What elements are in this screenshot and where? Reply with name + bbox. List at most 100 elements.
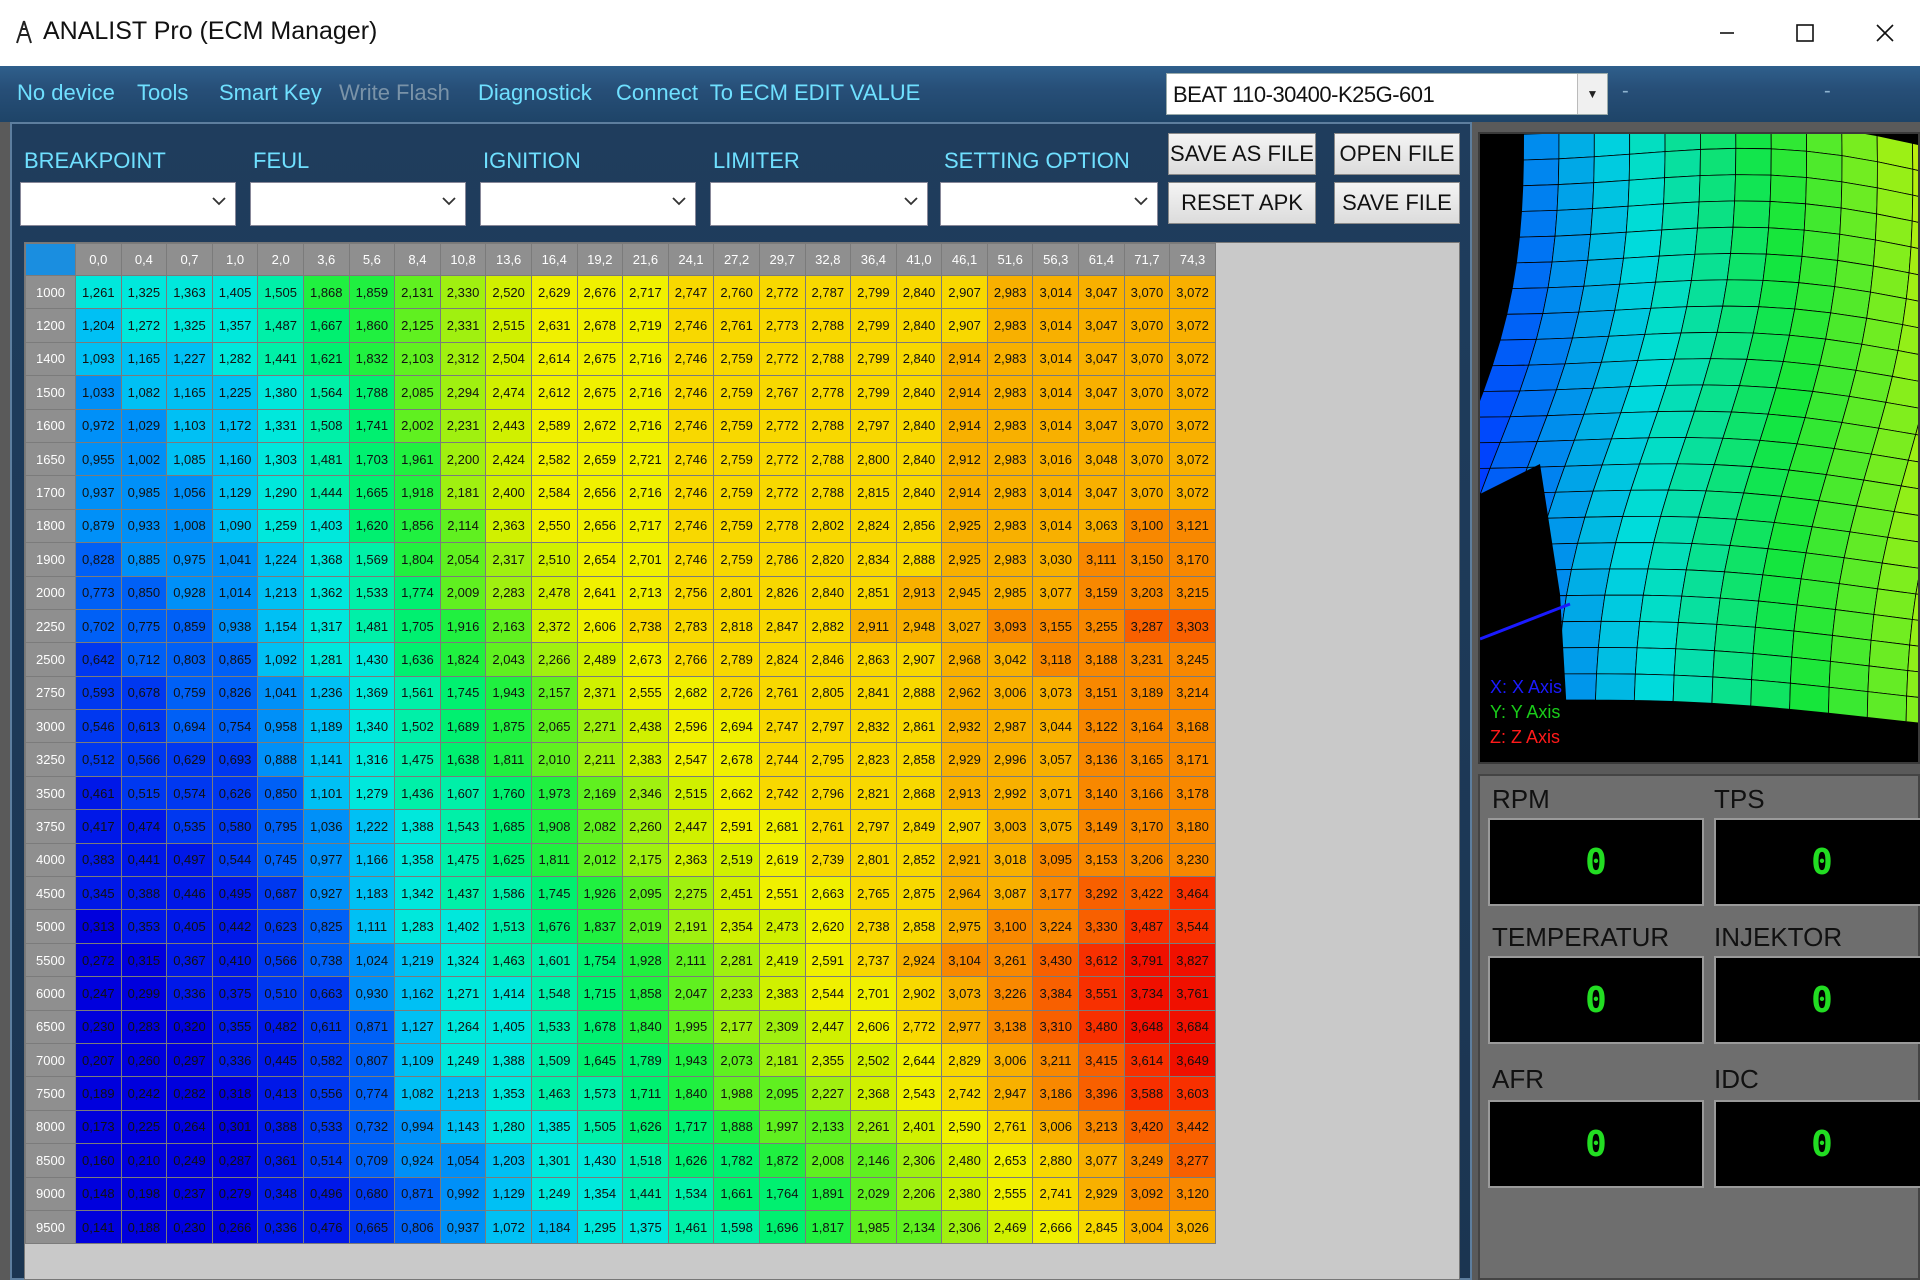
map-cell[interactable]: 2,346 — [622, 775, 669, 811]
map-cell[interactable]: 0,207 — [75, 1042, 122, 1078]
map-cell[interactable]: 0,574 — [166, 775, 213, 811]
map-cell[interactable]: 1,481 — [348, 608, 396, 644]
map-cell[interactable]: 3,070 — [1123, 274, 1171, 310]
map-cell[interactable]: 0,225 — [120, 1109, 168, 1145]
map-cell[interactable]: 2,721 — [622, 441, 669, 477]
map-cell[interactable]: 0,336 — [257, 1209, 304, 1245]
map-cell[interactable]: 0,582 — [302, 1042, 350, 1078]
map-cell[interactable]: 1,024 — [348, 942, 396, 978]
map-cell[interactable]: 1,430 — [576, 1143, 624, 1178]
map-cell[interactable]: 0,230 — [75, 1009, 122, 1044]
map-cell[interactable]: 0,885 — [120, 542, 168, 577]
menu-smart-key[interactable]: Smart Key — [219, 80, 322, 106]
map-cell[interactable]: 1,436 — [394, 775, 441, 811]
map-cell[interactable]: 0,496 — [302, 1176, 350, 1211]
map-cell[interactable]: 1,101 — [302, 775, 350, 811]
map-cell[interactable]: 1,645 — [576, 1042, 624, 1078]
map-cell[interactable]: 3,203 — [1123, 575, 1171, 610]
map-cell[interactable]: 3,014 — [1032, 308, 1080, 343]
map-cell[interactable]: 3,214 — [1169, 675, 1216, 711]
map-cell[interactable]: 3,480 — [1078, 1009, 1125, 1044]
map-cell[interactable]: 2,759 — [713, 542, 760, 577]
map-cell[interactable]: 2,924 — [895, 942, 943, 978]
map-cell[interactable]: 2,914 — [941, 375, 988, 410]
map-cell[interactable]: 2,823 — [850, 742, 897, 777]
map-cell[interactable]: 2,947 — [986, 1076, 1034, 1111]
map-cell[interactable]: 1,463 — [485, 942, 532, 978]
map-cell[interactable]: 0,141 — [75, 1209, 122, 1245]
map-cell[interactable]: 2,799 — [850, 341, 897, 377]
map-cell[interactable]: 1,561 — [394, 675, 441, 711]
map-cell[interactable]: 1,342 — [394, 876, 441, 911]
map-cell[interactable]: 2,663 — [804, 876, 852, 911]
map-cell[interactable]: 3,122 — [1078, 709, 1125, 744]
surface-3d-view[interactable] — [1478, 132, 1920, 764]
map-cell[interactable]: 2,746 — [667, 308, 715, 343]
map-cell[interactable]: 0,160 — [75, 1143, 122, 1178]
map-cell[interactable]: 0,865 — [211, 642, 259, 677]
map-cell[interactable]: 2,372 — [530, 608, 578, 644]
map-cell[interactable]: 2,829 — [941, 1042, 988, 1078]
map-cell[interactable]: 0,754 — [211, 709, 259, 744]
map-cell[interactable]: 2,629 — [530, 274, 578, 310]
map-cell[interactable]: 2,826 — [758, 575, 806, 610]
map-cell[interactable]: 2,383 — [622, 742, 669, 777]
map-cell[interactable]: 0,732 — [348, 1109, 396, 1145]
map-cell[interactable]: 2,489 — [576, 642, 624, 677]
map-cell[interactable]: 2,275 — [667, 876, 715, 911]
map-cell[interactable]: 2,515 — [667, 775, 715, 811]
map-cell[interactable]: 1,513 — [485, 909, 532, 944]
map-cell[interactable]: 1,324 — [439, 942, 487, 978]
map-cell[interactable]: 0,514 — [302, 1143, 350, 1178]
map-cell[interactable]: 2,840 — [895, 274, 943, 310]
map-cell[interactable]: 0,301 — [211, 1109, 259, 1145]
map-cell[interactable]: 2,401 — [895, 1109, 943, 1145]
map-cell[interactable]: 2,701 — [622, 542, 669, 577]
map-cell[interactable]: 2,772 — [758, 408, 806, 443]
map-cell[interactable]: 2,543 — [895, 1076, 943, 1111]
map-cell[interactable]: 2,882 — [804, 608, 852, 644]
map-cell[interactable]: 1,405 — [485, 1009, 532, 1044]
map-cell[interactable]: 1,601 — [530, 942, 578, 978]
map-cell[interactable]: 1,363 — [166, 274, 213, 310]
map-cell[interactable]: 2,654 — [576, 542, 624, 577]
map-cell[interactable]: 2,747 — [758, 709, 806, 744]
map-cell[interactable]: 2,746 — [667, 508, 715, 544]
map-cell[interactable]: 1,357 — [211, 308, 259, 343]
map-cell[interactable]: 3,791 — [1123, 942, 1171, 978]
map-cell[interactable]: 2,795 — [804, 742, 852, 777]
map-cell[interactable]: 2,717 — [622, 274, 669, 310]
map-cell[interactable]: 0,535 — [166, 809, 213, 844]
map-cell[interactable]: 0,336 — [166, 976, 213, 1011]
map-cell[interactable]: 1,534 — [667, 1176, 715, 1211]
map-cell[interactable]: 2,614 — [530, 341, 578, 377]
map-cell[interactable]: 3,026 — [1169, 1209, 1216, 1245]
map-cell[interactable]: 0,738 — [302, 942, 350, 978]
map-cell[interactable]: 0,806 — [394, 1209, 441, 1245]
map-cell[interactable]: 2,312 — [439, 341, 487, 377]
map-cell[interactable]: 2,797 — [850, 408, 897, 443]
map-cell[interactable]: 2,797 — [850, 809, 897, 844]
map-cell[interactable]: 3,014 — [1032, 274, 1080, 310]
map-cell[interactable]: 1,353 — [485, 1076, 532, 1111]
map-cell[interactable]: 2,438 — [622, 709, 669, 744]
map-cell[interactable]: 2,266 — [530, 642, 578, 677]
map-cell[interactable]: 2,987 — [986, 709, 1034, 744]
map-cell[interactable]: 2,834 — [850, 542, 897, 577]
map-cell[interactable]: 2,447 — [667, 809, 715, 844]
map-cell[interactable]: 2,114 — [439, 508, 487, 544]
map-cell[interactable]: 0,930 — [348, 976, 396, 1011]
map-cell[interactable]: 2,443 — [485, 408, 532, 443]
map-cell[interactable]: 2,799 — [850, 308, 897, 343]
map-cell[interactable]: 0,189 — [75, 1076, 122, 1111]
map-cell[interactable]: 2,880 — [1032, 1143, 1080, 1178]
map-cell[interactable]: 2,380 — [941, 1176, 988, 1211]
map-cell[interactable]: 1,804 — [394, 542, 441, 577]
device-select[interactable]: BEAT 110-30400-K25G-601 ▼ — [1166, 73, 1608, 115]
map-cell[interactable]: 2,009 — [439, 575, 487, 610]
map-cell[interactable]: 3,014 — [1032, 341, 1080, 377]
menu-tools[interactable]: Tools — [137, 80, 188, 106]
map-cell[interactable]: 2,913 — [941, 775, 988, 811]
map-cell[interactable]: 2,047 — [667, 976, 715, 1011]
map-cell[interactable]: 3,164 — [1123, 709, 1171, 744]
